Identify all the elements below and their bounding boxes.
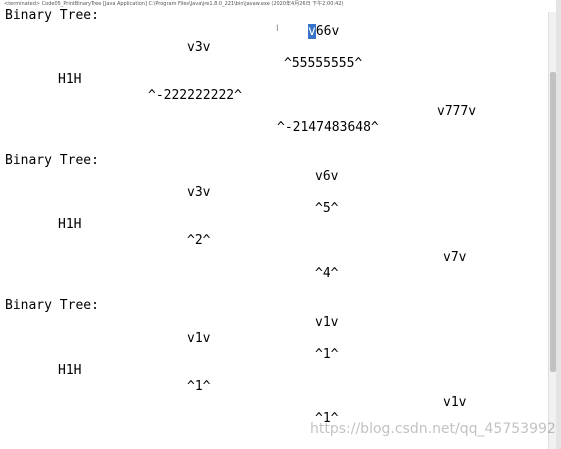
tree1-node-min-int: ^-2147483648^ [277, 120, 379, 135]
tree1-title: Binary Tree: [5, 8, 99, 23]
tree1-node-h1h: H1H [58, 72, 82, 87]
tree1-node-v3v: v3v [187, 40, 211, 55]
console-output[interactable]: Binary Tree: v66v v3v ^55555555^ H1H ^-2… [0, 0, 548, 449]
selected-text[interactable]: v [308, 24, 316, 39]
console-view: <terminated> Code05_PrintBinaryTree [Jav… [0, 0, 561, 449]
tree1-node-v777v: v777v [437, 104, 477, 119]
tree1-node-neg222222222: ^-222222222^ [148, 88, 242, 103]
tree3-node-e: v1v [443, 395, 467, 410]
watermark: https://blog.csdn.net/qq_45753992 [310, 421, 556, 437]
tree3-title: Binary Tree: [5, 298, 99, 313]
tree2-node-h1h: H1H [58, 217, 82, 232]
tree3-node-d: ^1^ [187, 379, 211, 394]
window-edge [556, 0, 561, 449]
tree2-node-4: ^4^ [315, 266, 339, 281]
tree1-node-v66v-rest: 66v [315, 24, 340, 39]
tree3-node-a: v1v [315, 315, 339, 330]
tree2-node-v7v: v7v [443, 250, 467, 265]
tree3-node-c: ^1^ [315, 347, 339, 362]
tree3-node-h1h: H1H [58, 363, 82, 378]
tree2-title: Binary Tree: [5, 153, 99, 168]
tree3-node-b: v1v [187, 331, 211, 346]
tree2-node-5: ^5^ [315, 201, 339, 216]
tree2-node-v6v: v6v [315, 169, 339, 184]
tree2-node-v3v: v3v [187, 185, 211, 200]
text-cursor-icon: I [276, 24, 279, 34]
tree2-node-2: ^2^ [187, 233, 211, 248]
tree1-node-v66v: v66v [308, 24, 339, 40]
tree1-node-55555555: ^55555555^ [284, 56, 363, 71]
